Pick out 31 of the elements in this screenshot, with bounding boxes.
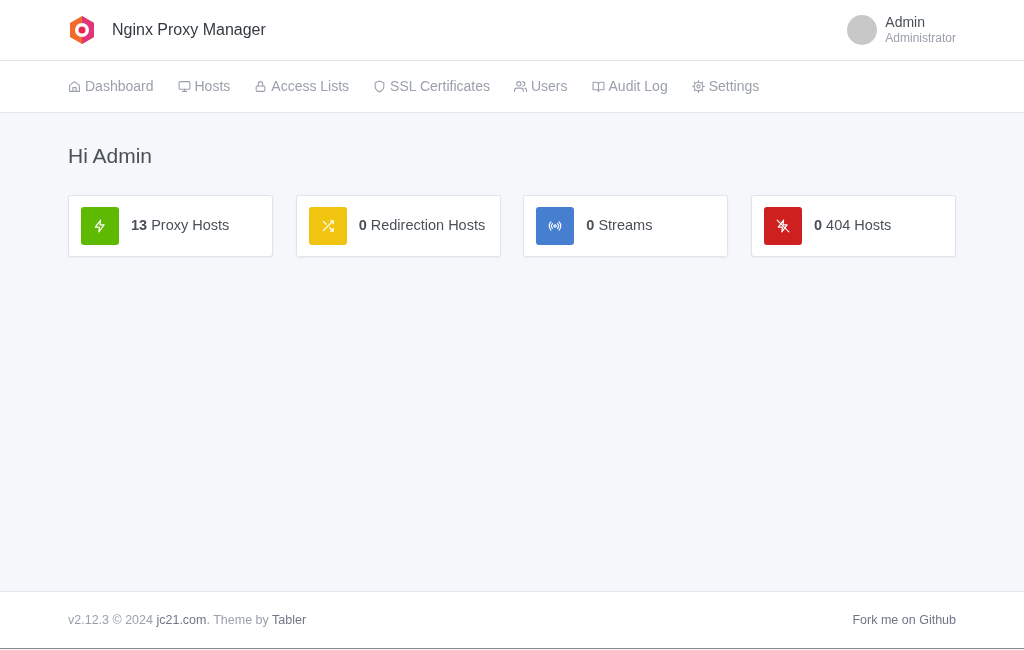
shuffle-icon	[320, 219, 335, 234]
settings-icon	[691, 80, 705, 93]
stat-label: 13 Proxy Hosts	[131, 216, 230, 236]
users-icon	[513, 80, 527, 93]
nav-tab[interactable]: Users	[513, 76, 568, 97]
crossed-lightning-icon	[775, 219, 790, 234]
footer-credit: v2.12.3 © 2024 jc21.com. Theme by Tabler	[68, 611, 307, 629]
user-name: Admin	[885, 13, 926, 32]
stat-label: 0 Redirection Hosts	[358, 216, 486, 236]
app-title: Nginx Proxy Manager	[112, 20, 266, 40]
nav-tab[interactable]: Hosts	[177, 76, 231, 97]
broadcast-icon	[548, 219, 563, 234]
github-link[interactable]: Fork me on Github	[852, 610, 956, 630]
lightning-icon	[93, 219, 107, 234]
nav-tab[interactable]: Dashboard	[68, 76, 154, 97]
nav-tab[interactable]: SSL Certificates	[373, 76, 490, 97]
stat-label: 0 Streams	[586, 216, 653, 236]
avatar-icon[interactable]	[847, 15, 878, 45]
page-title: Hi Admin	[68, 143, 154, 169]
footer-link[interactable]: Tabler	[272, 612, 307, 627]
user-role: Administrator	[885, 31, 956, 47]
nav-tab[interactable]: Audit Log	[591, 76, 668, 97]
shield-icon	[373, 80, 387, 93]
logo-icon	[68, 15, 96, 45]
nav-tab[interactable]: Settings	[691, 76, 760, 97]
house-icon	[68, 80, 81, 93]
nav-tab[interactable]: Access Lists	[254, 76, 350, 97]
stat-label: 0 404 Hosts	[813, 216, 892, 236]
monitor-icon	[177, 80, 191, 93]
book-icon	[591, 80, 605, 93]
lock-icon	[254, 80, 268, 93]
